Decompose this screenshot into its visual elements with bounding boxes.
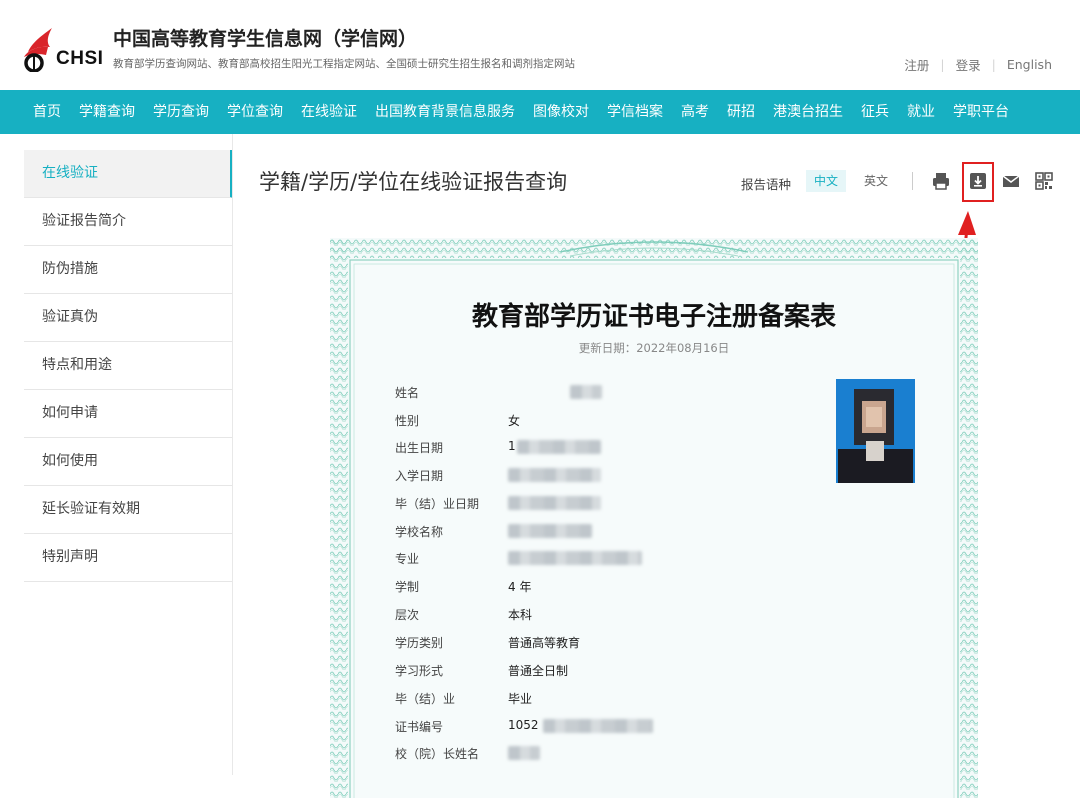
english-link[interactable]: English (1007, 57, 1052, 72)
field-label: 校（院）长姓名 (395, 747, 480, 761)
field-value: 普通全日制 (508, 664, 569, 678)
redacted-value (517, 440, 601, 454)
nav-item-education-query[interactable]: 学历查询 (144, 90, 218, 134)
field-value: 1 (508, 439, 516, 453)
field-label: 姓名 (395, 386, 420, 400)
nav-item-overseas-service[interactable]: 出国教育背景信息服务 (366, 90, 524, 134)
certificate-title: 教育部学历证书电子注册备案表 (471, 302, 836, 332)
field-label: 学校名称 (395, 525, 444, 539)
nav-item-conscription[interactable]: 征兵 (852, 90, 898, 134)
mail-icon[interactable] (1000, 170, 1022, 192)
link-separator: | (991, 57, 996, 72)
field-value: 普通高等教育 (508, 636, 581, 650)
nav-item-enrollment-query[interactable]: 学籍查询 (70, 90, 144, 134)
field-label: 出生日期 (395, 441, 444, 455)
site-header: CHSI 中国高等教育学生信息网（学信网） 教育部学历查询网站、教育部高校招生阳… (0, 0, 1080, 90)
site-title: 中国高等教育学生信息网（学信网） (113, 28, 418, 50)
login-link[interactable]: 登录 (956, 55, 981, 74)
redacted-value (508, 496, 601, 510)
field-label: 入学日期 (395, 469, 444, 483)
sidebar-item-features[interactable]: 特点和用途 (24, 342, 233, 390)
register-link[interactable]: 注册 (904, 55, 929, 74)
field-label: 学制 (395, 580, 420, 594)
nav-item-degree-query[interactable]: 学位查询 (218, 90, 292, 134)
nav-item-image-check[interactable]: 图像校对 (524, 90, 598, 134)
student-photo (836, 379, 915, 483)
nav-item-hmt-admission[interactable]: 港澳台招生 (764, 90, 852, 134)
field-label: 专业 (395, 552, 420, 566)
sidebar-divider (232, 134, 233, 775)
toolbar-separator (912, 172, 913, 190)
language-chinese-button[interactable]: 中文 (806, 170, 846, 192)
sidebar-item-report-intro[interactable]: 验证报告简介 (24, 198, 233, 246)
nav-item-home[interactable]: 首页 (24, 90, 70, 134)
redacted-value (508, 746, 540, 760)
sidebar-item-how-to-apply[interactable]: 如何申请 (24, 390, 233, 438)
nav-item-graduate-admission[interactable]: 研招 (718, 90, 764, 134)
sidebar-item-verify-authenticity[interactable]: 验证真伪 (24, 294, 233, 342)
sidebar-item-online-verify[interactable]: 在线验证 (24, 150, 233, 198)
field-value: 4 年 (508, 580, 532, 594)
certificate-report: 教育部学历证书电子注册备案表 更新日期：2022年08月16日 姓名 性别 女 … (330, 238, 978, 798)
field-label: 性别 (395, 414, 420, 428)
field-value: 1052 (508, 718, 539, 732)
redacted-value (543, 719, 653, 733)
redacted-value (508, 551, 642, 565)
field-label: 证书编号 (395, 720, 444, 734)
nav-item-employment[interactable]: 就业 (898, 90, 944, 134)
field-label: 毕（结）业 (395, 692, 456, 706)
field-label: 层次 (395, 608, 420, 622)
qrcode-icon[interactable] (1033, 170, 1055, 192)
site-subtitle: 教育部学历查询网站、教育部高校招生阳光工程指定网站、全国硕士研究生招生报名和调剂… (113, 58, 575, 70)
print-icon[interactable] (930, 170, 952, 192)
sidebar-item-extend-validity[interactable]: 延长验证有效期 (24, 486, 233, 534)
top-links: 注册 | 登录 | English (904, 55, 1052, 74)
language-english-button[interactable]: 英文 (857, 170, 895, 192)
page-title: 学籍/学历/学位在线验证报告查询 (259, 170, 568, 194)
logo-text: CHSI (56, 48, 104, 69)
main-nav: 首页 学籍查询 学历查询 学位查询 在线验证 出国教育背景信息服务 图像校对 学… (0, 90, 1080, 134)
nav-item-gaokao[interactable]: 高考 (672, 90, 718, 134)
redacted-value (508, 524, 592, 538)
nav-item-online-verify[interactable]: 在线验证 (292, 90, 366, 134)
chsi-logo[interactable]: CHSI (22, 26, 104, 72)
field-label: 毕（结）业日期 (395, 497, 480, 511)
sidebar: 在线验证 验证报告简介 防伪措施 验证真伪 特点和用途 如何申请 如何使用 延长… (24, 150, 233, 582)
field-label: 学习形式 (395, 664, 444, 678)
certificate-update-date: 更新日期：2022年08月16日 (578, 341, 730, 355)
download-highlight-box (962, 162, 994, 202)
field-value: 女 (508, 414, 521, 428)
sidebar-item-anti-fake[interactable]: 防伪措施 (24, 246, 233, 294)
redacted-value (508, 468, 601, 482)
field-value: 本科 (508, 608, 533, 622)
field-value: 毕业 (508, 692, 533, 706)
sidebar-item-how-to-use[interactable]: 如何使用 (24, 438, 233, 486)
language-label: 报告语种 (741, 177, 792, 192)
redacted-value (570, 385, 602, 399)
nav-item-archive[interactable]: 学信档案 (598, 90, 672, 134)
field-label: 学历类别 (395, 636, 444, 650)
nav-item-career-platform[interactable]: 学职平台 (944, 90, 1018, 134)
link-separator: | (940, 57, 945, 72)
sidebar-item-statement[interactable]: 特别声明 (24, 534, 233, 582)
